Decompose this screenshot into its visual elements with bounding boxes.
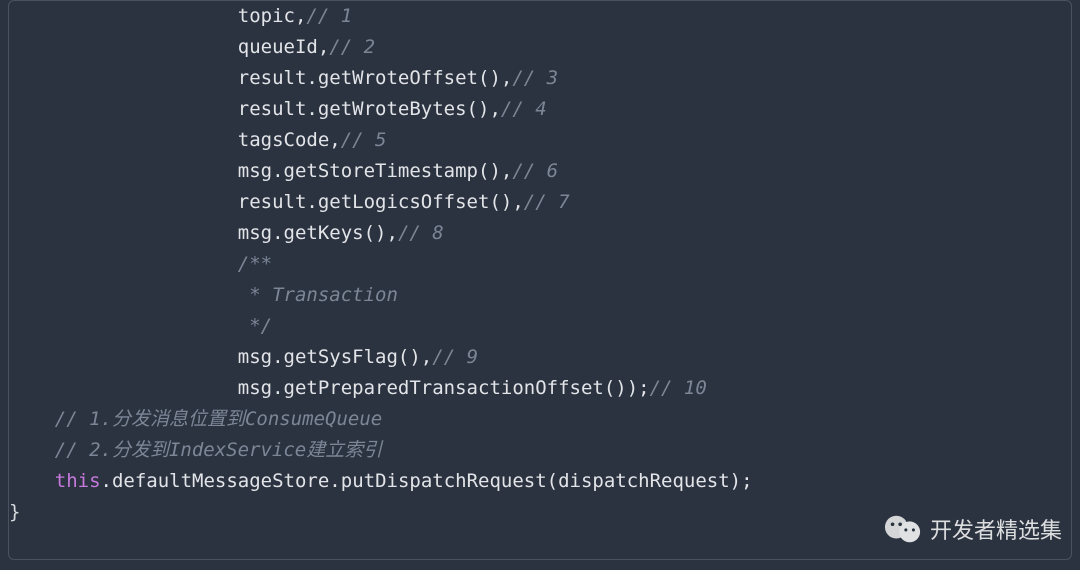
code-line: /** bbox=[9, 253, 272, 275]
watermark-text: 开发者精选集 bbox=[930, 513, 1062, 545]
code-line: topic,// 1 bbox=[9, 5, 352, 27]
code-line: } bbox=[9, 501, 20, 523]
code-line: * Transaction bbox=[9, 284, 398, 306]
code-line: result.getWroteOffset(),// 3 bbox=[9, 67, 558, 89]
code-line: tagsCode,// 5 bbox=[9, 129, 387, 151]
code-block: topic,// 1 queueId,// 2 result.getWroteO… bbox=[8, 0, 1072, 560]
code-line: // 1.分发消息位置到ConsumeQueue bbox=[9, 408, 382, 430]
code-content: topic,// 1 queueId,// 2 result.getWroteO… bbox=[9, 1, 1071, 528]
code-line: result.getWroteBytes(),// 4 bbox=[9, 98, 547, 120]
code-line: msg.getKeys(),// 8 bbox=[9, 222, 444, 244]
code-line: */ bbox=[9, 315, 272, 337]
code-line: this.defaultMessageStore.putDispatchRequ… bbox=[9, 470, 753, 492]
code-line: msg.getSysFlag(),// 9 bbox=[9, 346, 478, 368]
code-line: result.getLogicsOffset(),// 7 bbox=[9, 191, 570, 213]
code-line: msg.getStoreTimestamp(),// 6 bbox=[9, 160, 558, 182]
wechat-icon bbox=[884, 513, 922, 545]
code-line: // 2.分发到IndexService建立索引 bbox=[9, 439, 382, 461]
code-line: msg.getPreparedTransactionOffset());// 1… bbox=[9, 377, 707, 399]
watermark: 开发者精选集 bbox=[884, 513, 1062, 545]
code-line: queueId,// 2 bbox=[9, 36, 375, 58]
